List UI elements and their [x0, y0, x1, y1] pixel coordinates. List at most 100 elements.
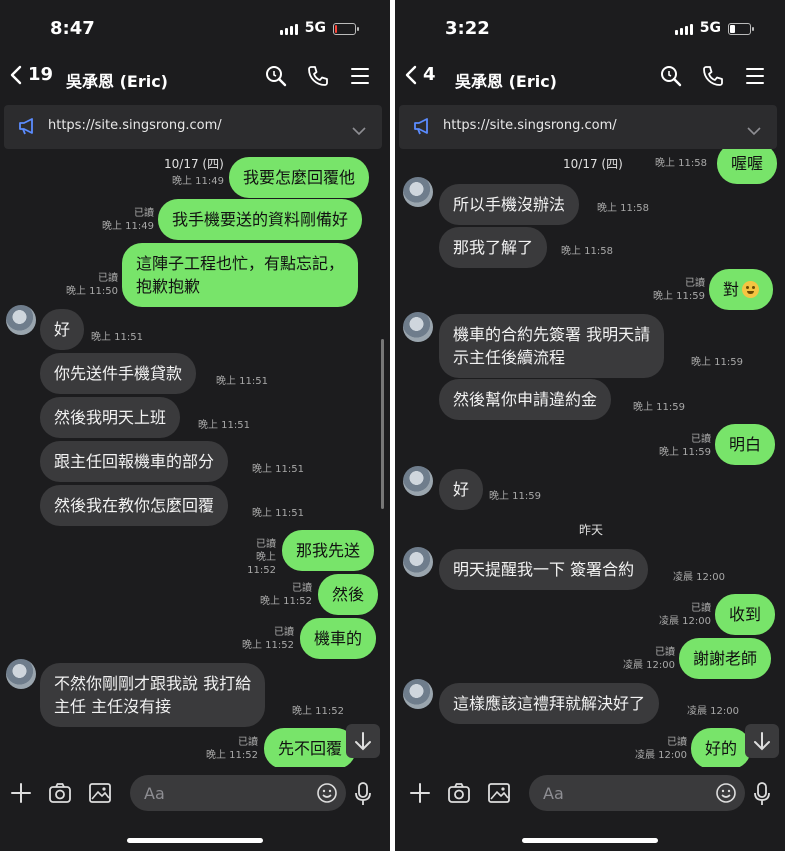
chevron-down-icon[interactable]	[352, 121, 366, 140]
emoji-icon	[742, 281, 760, 298]
message-bubble-received: 跟主任回報機車的部分	[40, 441, 229, 482]
message-time: 晚上 11:59	[489, 491, 541, 502]
contact-name[interactable]: 吳承恩 (Eric)	[66, 68, 168, 92]
image-icon[interactable]	[88, 782, 112, 808]
date-separator: 10/17 (四)	[563, 157, 623, 171]
message-read-time: 已讀 晚上 11:50	[66, 273, 118, 297]
status-time: 8:47	[50, 18, 95, 39]
left-phone-screen: 8:47 5G 19 吳承恩 (Eric) https://site.sings…	[0, 0, 390, 851]
message-input-field[interactable]	[529, 775, 745, 811]
avatar[interactable]	[6, 659, 36, 689]
camera-icon[interactable]	[447, 782, 471, 808]
message-bubble-sent: 喔喔	[717, 149, 778, 184]
megaphone-icon	[18, 117, 38, 139]
message-time: 晚上 11:59	[633, 402, 685, 413]
battery-icon	[333, 23, 359, 35]
menu-icon[interactable]	[743, 64, 767, 88]
message-time: 晚上 11:51	[91, 332, 143, 343]
megaphone-icon	[413, 117, 433, 139]
contact-name[interactable]: 吳承恩 (Eric)	[455, 68, 557, 92]
message-bubble-sent: 明白	[715, 424, 776, 465]
search-icon[interactable]	[264, 64, 288, 88]
announcement-bar[interactable]: https://site.singsrong.com/	[4, 105, 382, 149]
avatar[interactable]	[6, 305, 36, 335]
message-read-time: 已讀 晚上 11:49	[102, 208, 154, 232]
message-time: 晚上 11:58	[655, 158, 707, 169]
message-bubble-sent: 那我先送	[282, 530, 375, 571]
message-bubble-received: 明天提醒我一下 簽署合約	[439, 549, 649, 590]
message-time: 晚上 11:51	[198, 420, 250, 431]
message-input-field[interactable]	[130, 775, 346, 811]
chevron-left-icon	[10, 65, 22, 84]
message-bubble-sent: 這陣子工程也忙，有點忘記， 抱歉抱歉	[122, 243, 359, 307]
message-read-time: 已讀 凌晨 12:00	[659, 603, 711, 627]
announcement-url[interactable]: https://site.singsrong.com/	[443, 118, 617, 133]
search-icon[interactable]	[659, 64, 683, 88]
message-time: 晚上 11:51	[252, 508, 304, 519]
avatar[interactable]	[403, 312, 433, 342]
message-bubble-sent: 我要怎麼回覆他	[229, 157, 370, 198]
chat-header: 4 吳承恩 (Eric)	[395, 58, 785, 98]
message-input[interactable]	[144, 775, 304, 811]
message-bubble-sent: 機車的	[300, 618, 377, 659]
scrollbar[interactable]	[381, 339, 384, 509]
avatar[interactable]	[403, 177, 433, 207]
emoji-icon[interactable]	[715, 782, 737, 808]
message-bubble-received: 然後我明天上班	[40, 397, 181, 438]
message-time: 晚上 11:51	[252, 464, 304, 475]
home-indicator	[522, 838, 658, 843]
message-read-time: 已讀 晚上 11:59	[659, 434, 711, 458]
plus-icon[interactable]	[10, 782, 32, 808]
input-bar	[395, 768, 785, 820]
message-read-time: 已讀 凌晨 12:00	[623, 647, 675, 671]
message-bubble-received: 你先送件手機貸款	[40, 353, 197, 394]
announcement-bar[interactable]: https://site.singsrong.com/	[399, 105, 777, 149]
message-bubble-received: 這樣應該這禮拜就解決好了	[439, 683, 660, 724]
avatar[interactable]	[403, 547, 433, 577]
network-label: 5G	[699, 20, 721, 36]
microphone-icon[interactable]	[753, 782, 771, 810]
network-label: 5G	[304, 20, 326, 36]
message-bubble-received: 不然你剛剛才跟我說 我打給 主任 主任沒有接	[40, 663, 266, 727]
arrow-down-icon	[355, 732, 371, 751]
message-list: 10/17 (四) 晚上 11:58 喔喔 所以手機沒辦法 晚上 11:58 那…	[395, 149, 785, 767]
emoji-icon[interactable]	[316, 782, 338, 808]
menu-icon[interactable]	[348, 64, 372, 88]
avatar[interactable]	[403, 466, 433, 496]
message-time: 晚上 11:51	[216, 376, 268, 387]
avatar[interactable]	[403, 679, 433, 709]
signal-icon	[675, 24, 693, 35]
image-icon[interactable]	[487, 782, 511, 808]
message-time: 晚上 11:49	[172, 176, 224, 187]
message-bubble-sent: 我手機要送的資料剛備好	[158, 199, 363, 240]
message-bubble-received: 那我了解了	[439, 227, 548, 268]
message-read-time: 已讀 晚上 11:52	[260, 583, 312, 607]
message-bubble-received: 然後我在教你怎麼回覆	[40, 485, 229, 526]
plus-icon[interactable]	[409, 782, 431, 808]
status-bar: 3:22 5G	[395, 0, 785, 58]
camera-icon[interactable]	[48, 782, 72, 808]
date-separator: 昨天	[579, 523, 604, 537]
chat-header: 19 吳承恩 (Eric)	[0, 58, 390, 98]
back-button[interactable]: 19	[10, 64, 53, 85]
microphone-icon[interactable]	[354, 782, 372, 810]
announcement-url[interactable]: https://site.singsrong.com/	[48, 118, 222, 133]
message-input[interactable]	[543, 775, 703, 811]
message-read-time: 已讀 晚上 11:52	[242, 627, 294, 651]
input-bar	[0, 768, 390, 820]
message-time: 晚上 11:58	[597, 203, 649, 214]
status-time: 3:22	[445, 18, 490, 39]
message-read-time: 已讀 凌晨 12:00	[635, 737, 687, 761]
phone-icon[interactable]	[306, 64, 330, 88]
phone-icon[interactable]	[701, 64, 725, 88]
message-read-time: 已讀 晚上 11:52	[247, 539, 276, 576]
message-bubble-received: 好	[40, 309, 85, 350]
message-read-time: 已讀 晚上 11:59	[653, 278, 705, 302]
message-time: 晚上 11:52	[292, 706, 344, 717]
message-bubble-received: 機車的合約先簽署 我明天請 示主任後續流程	[439, 314, 665, 378]
chevron-down-icon[interactable]	[747, 121, 761, 140]
scroll-to-bottom-button[interactable]	[346, 724, 380, 758]
scroll-to-bottom-button[interactable]	[745, 724, 779, 758]
message-bubble-sent: 對	[709, 269, 774, 310]
back-button[interactable]: 4	[405, 64, 436, 85]
